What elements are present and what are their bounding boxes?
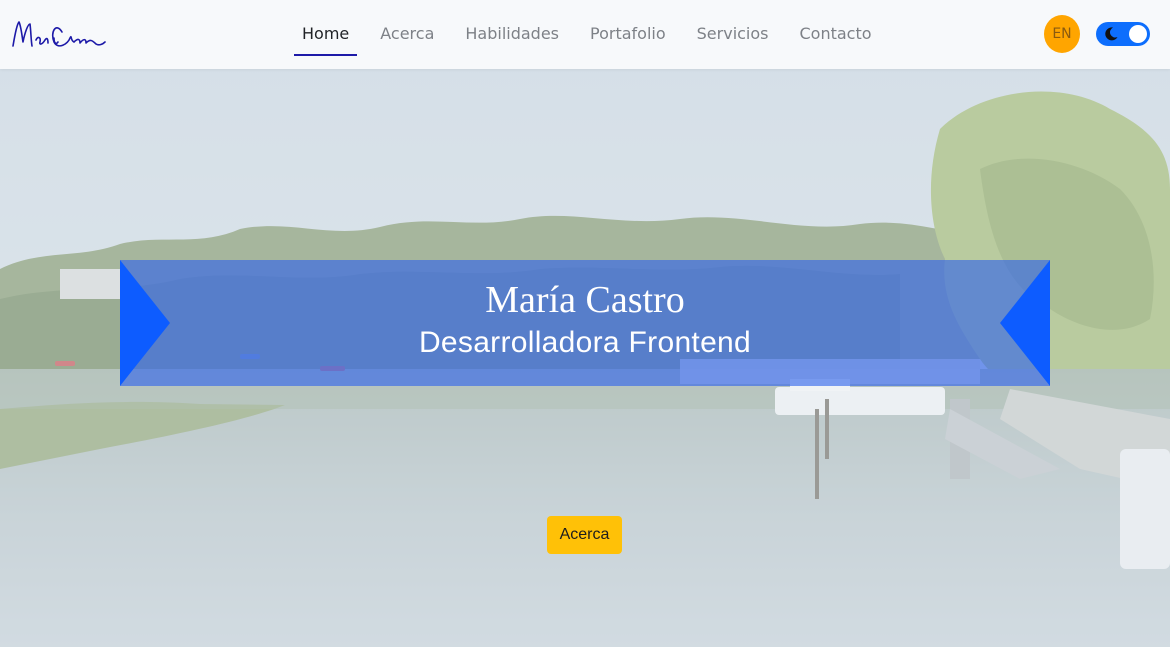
signature-logo[interactable] xyxy=(10,12,106,56)
nav-link-acerca[interactable]: Acerca xyxy=(372,0,442,69)
moon-icon xyxy=(1105,27,1118,41)
toggle-knob xyxy=(1129,25,1147,43)
acerca-cta-button[interactable]: Acerca xyxy=(547,516,622,554)
hero-role: Desarrolladora Frontend xyxy=(418,326,752,359)
nav-link-contacto[interactable]: Contacto xyxy=(792,0,880,69)
main-nav: Home Acerca Habilidades Portafolio Servi… xyxy=(294,0,895,69)
hero-banner: María Castro Desarrolladora Frontend xyxy=(120,260,1050,386)
nav-link-home[interactable]: Home xyxy=(294,0,358,69)
nav-link-habilidades[interactable]: Habilidades xyxy=(457,0,567,69)
hero-name: María Castro xyxy=(485,279,685,321)
language-button[interactable]: EN xyxy=(1044,15,1080,53)
theme-toggle[interactable] xyxy=(1096,22,1150,46)
nav-link-servicios[interactable]: Servicios xyxy=(689,0,777,69)
nav-link-portafolio[interactable]: Portafolio xyxy=(582,0,674,69)
navbar: Home Acerca Habilidades Portafolio Servi… xyxy=(0,0,1170,69)
